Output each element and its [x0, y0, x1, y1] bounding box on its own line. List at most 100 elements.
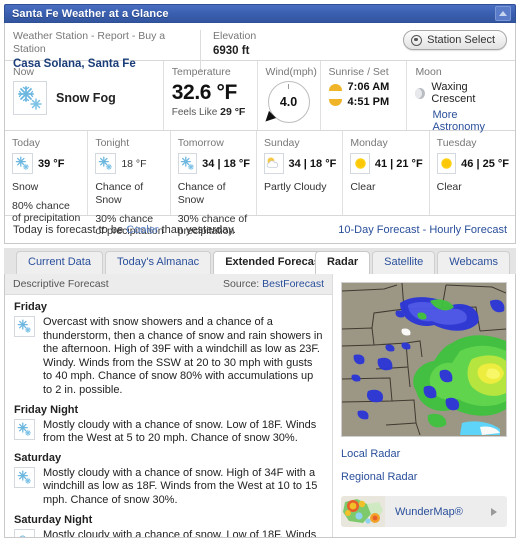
chevron-up-icon [499, 11, 507, 16]
forecast-cell-tonight[interactable]: Tonight 18 °F Chance of Snow 30% chance … [87, 131, 169, 237]
current-condition-text: Snow Fog [56, 91, 116, 105]
sunrise-icon [328, 83, 342, 91]
forecast-cell-today[interactable]: Today 39 °F Snow 80% chance of precipita… [5, 131, 87, 224]
now-cell: Now Snow Fog [5, 61, 163, 130]
station-row: Weather Station - Report - Buy a Station… [5, 23, 515, 72]
snow-icon [14, 316, 35, 337]
station-select-button[interactable]: Station Select [403, 30, 507, 50]
forecast-entry-saturday-night: Saturday Night Mostly cloudy with a chan… [5, 508, 332, 537]
forecast-condition: Snow [12, 181, 39, 193]
snow-icon [12, 153, 33, 174]
snowflakes-icon [13, 81, 47, 115]
forecast-day-label: Tonight [95, 137, 130, 149]
elevation-block: Elevation 6930 ft [213, 30, 268, 59]
feels-like-prefix: Feels Like [171, 107, 218, 118]
forecast-day-label: Monday [350, 137, 388, 149]
radar-column: Local Radar Regional Radar WunderMap® [333, 274, 515, 537]
wundermap-label: WunderMap® [395, 505, 463, 518]
chevron-right-icon [491, 507, 497, 516]
forecast-cell-monday[interactable]: Monday 41 | 21 °F Clear [342, 131, 428, 215]
sunny-icon [350, 153, 370, 174]
forecast-condition: Chance of Snow [95, 181, 144, 206]
snow-icon [14, 418, 35, 440]
trend-suffix: than yesterday. [161, 223, 236, 236]
forecast-day-label: Tuesday [436, 137, 477, 149]
forecast-day-label: Today [12, 137, 41, 149]
cloud-icon [14, 528, 35, 537]
source-link[interactable]: BestForecast [262, 278, 324, 290]
widget-title-bar: Santa Fe Weather at a Glance [4, 4, 516, 23]
forecast-entry-title: Friday [14, 301, 48, 313]
forecast-temps: 41 | 21 °F [374, 157, 423, 170]
radar-map[interactable] [341, 282, 507, 437]
sun-cell: Sunrise / Set 7:06 AM 4:51 PM [319, 61, 407, 130]
wind-arrow-icon [261, 110, 276, 126]
forecast-condition: Clear [436, 181, 462, 193]
forecast-day-label: Sunday [264, 137, 300, 149]
sunset-time: 4:51 PM [347, 96, 390, 108]
more-astronomy-link[interactable]: More Astronomy [432, 109, 485, 133]
temperature-cell: Temperature 32.6 °F Feels Like 29 °F [162, 61, 257, 130]
moon-phase-icon [415, 87, 426, 99]
snow-icon [177, 153, 198, 174]
forecast-temps: 34 | 18 °F [288, 157, 337, 170]
sunny-icon [436, 153, 457, 174]
right-tab-group: Radar Satellite Webcams [314, 251, 510, 274]
forecast-source: Source: BestForecast [223, 278, 324, 290]
tab-satellite[interactable]: Satellite [372, 251, 436, 274]
sunrise-time: 7:06 AM [347, 81, 390, 93]
trend-banner: Today is forecast to be Cooler than yest… [5, 216, 515, 243]
partly-cloudy-icon [264, 153, 284, 174]
temperature-label: Temperature [171, 66, 231, 78]
collapse-button[interactable] [495, 6, 511, 21]
forecast-entry-text: Overcast with snow showers and a chance … [43, 316, 323, 396]
temperature-value: 32.6 °F [171, 81, 238, 104]
local-radar-link[interactable]: Local Radar [341, 448, 507, 460]
sunset-row: 4:51 PM [328, 96, 399, 108]
tab-current-data[interactable]: Current Data [16, 251, 103, 274]
forecast-cell-tomorrow[interactable]: Tomorrow 34 | 18 °F Chance of Snow 30% c… [169, 131, 256, 237]
forecast-entry-saturday: Saturday Mostly cloudy with a chance of … [5, 446, 332, 508]
wind-cell: Wind(mph) 4.0 [256, 61, 320, 130]
forecast-entry-friday-night: Friday Night Mostly cloudy with a chance… [5, 398, 332, 446]
tab-content: Descriptive Forecast Source: BestForecas… [4, 274, 516, 538]
forecast-temps: 34 | 18 °F [202, 157, 251, 170]
gear-icon [411, 34, 423, 46]
moon-phase-row: Waxing Crescent [415, 81, 507, 105]
descriptive-forecast-column: Descriptive Forecast Source: BestForecas… [5, 274, 333, 537]
wind-dial-tick [287, 84, 289, 89]
trend-text: Today is forecast to be Cooler than yest… [13, 224, 236, 236]
forecast-entry-friday: Friday Overcast with snow showers and a … [5, 295, 332, 398]
wundermap-button[interactable]: WunderMap® [341, 496, 507, 527]
sunrise-row: 7:06 AM [328, 81, 399, 93]
forecast-temps: 39 °F [38, 157, 65, 170]
source-label: Source: [223, 278, 260, 290]
forecast-condition: Partly Cloudy [264, 181, 327, 193]
regional-radar-link[interactable]: Regional Radar [341, 471, 507, 483]
tab-todays-almanac[interactable]: Today's Almanac [104, 251, 212, 274]
wind-dial: 4.0 [261, 81, 310, 126]
forecast-cell-tuesday[interactable]: Tuesday 46 | 25 °F Clear [428, 131, 515, 215]
forecast-cell-sunday[interactable]: Sunday 34 | 18 °F Partly Cloudy [256, 131, 342, 215]
feels-like-value: 29 °F [220, 106, 246, 118]
forecast-condition: Chance of Snow [177, 181, 226, 206]
forecast-entry-text: Mostly cloudy with a chance of snow. Hig… [43, 466, 318, 506]
tab-webcams[interactable]: Webcams [437, 251, 510, 274]
station-links-label[interactable]: Weather Station - Report - Buy a Station [13, 30, 188, 56]
forecast-entry-text: Mostly cloudy with a chance of snow. Low… [43, 528, 317, 537]
forecast-entry-title: Saturday [14, 451, 62, 464]
six-day-forecast-row: Today 39 °F Snow 80% chance of precipita… [5, 131, 515, 237]
station-select-label: Station Select [427, 34, 495, 46]
snow-icon [95, 153, 117, 174]
forecast-entry-text: Mostly cloudy with a chance of snow. Low… [43, 418, 317, 445]
wind-label: Wind(mph) [265, 66, 317, 78]
descriptive-forecast-title: Descriptive Forecast [13, 278, 109, 290]
left-tab-group: Current Data Today's Almanac Extended Fo… [4, 251, 336, 274]
trend-prefix: Today is forecast to be [13, 223, 124, 236]
forecast-temps: 18 °F [121, 157, 147, 170]
forecast-entry-title: Friday Night [14, 403, 79, 416]
tab-radar[interactable]: Radar [314, 251, 371, 274]
widget-title: Santa Fe Weather at a Glance [12, 7, 169, 20]
summary-panel: Weather Station - Report - Buy a Station… [4, 23, 516, 244]
forecast-links[interactable]: 10-Day Forecast - Hourly Forecast [338, 224, 507, 236]
